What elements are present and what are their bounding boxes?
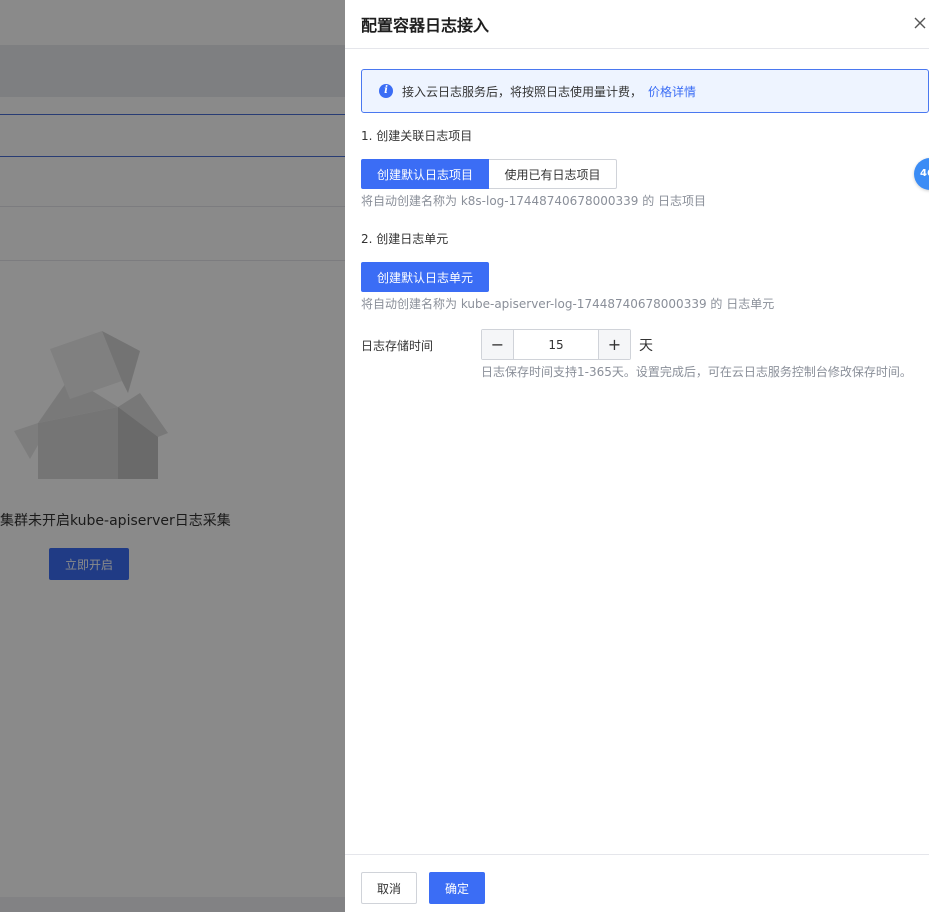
info-icon: i	[379, 84, 393, 98]
floating-assistant-badge[interactable]: 46	[914, 158, 929, 190]
retention-label: 日志存储时间	[361, 339, 434, 353]
project-option-group: 创建默认日志项目 使用已有日志项目	[361, 159, 617, 189]
info-banner: i 接入云日志服务后，将按照日志使用量计费， 价格详情	[361, 69, 929, 113]
confirm-button[interactable]: 确定	[429, 872, 485, 904]
retention-unit: 天	[639, 338, 653, 354]
drawer-title: 配置容器日志接入	[361, 16, 490, 35]
retention-stepper: − +	[481, 329, 631, 360]
drawer-header: 配置容器日志接入	[345, 0, 929, 49]
decrement-button[interactable]: −	[482, 330, 514, 359]
increment-button[interactable]: +	[598, 330, 630, 359]
close-icon[interactable]	[911, 14, 929, 32]
create-default-unit-button[interactable]: 创建默认日志单元	[361, 262, 489, 292]
create-default-project-button[interactable]: 创建默认日志项目	[361, 159, 489, 189]
use-existing-project-button[interactable]: 使用已有日志项目	[489, 159, 617, 189]
retention-input[interactable]	[514, 330, 598, 359]
drawer-footer: 取消 确定	[345, 854, 929, 912]
info-message: 接入云日志服务后，将按照日志使用量计费，	[402, 85, 643, 99]
project-hint: 将自动创建名称为 k8s-log-17448740678000339 的 日志项…	[361, 194, 707, 208]
retention-hint: 日志保存时间支持1-365天。设置完成后，可在云日志服务控制台修改保存时间。	[481, 365, 912, 379]
log-config-drawer: 配置容器日志接入 i 接入云日志服务后，将按照日志使用量计费， 价格详情 1. 创…	[345, 0, 929, 912]
price-details-link[interactable]: 价格详情	[648, 85, 696, 99]
unit-hint: 将自动创建名称为 kube-apiserver-log-174487406780…	[361, 297, 775, 311]
cancel-button[interactable]: 取消	[361, 872, 417, 904]
section-title-project: 1. 创建关联日志项目	[361, 129, 473, 143]
info-text: 接入云日志服务后，将按照日志使用量计费， 价格详情	[402, 83, 696, 100]
section-title-unit: 2. 创建日志单元	[361, 232, 449, 246]
